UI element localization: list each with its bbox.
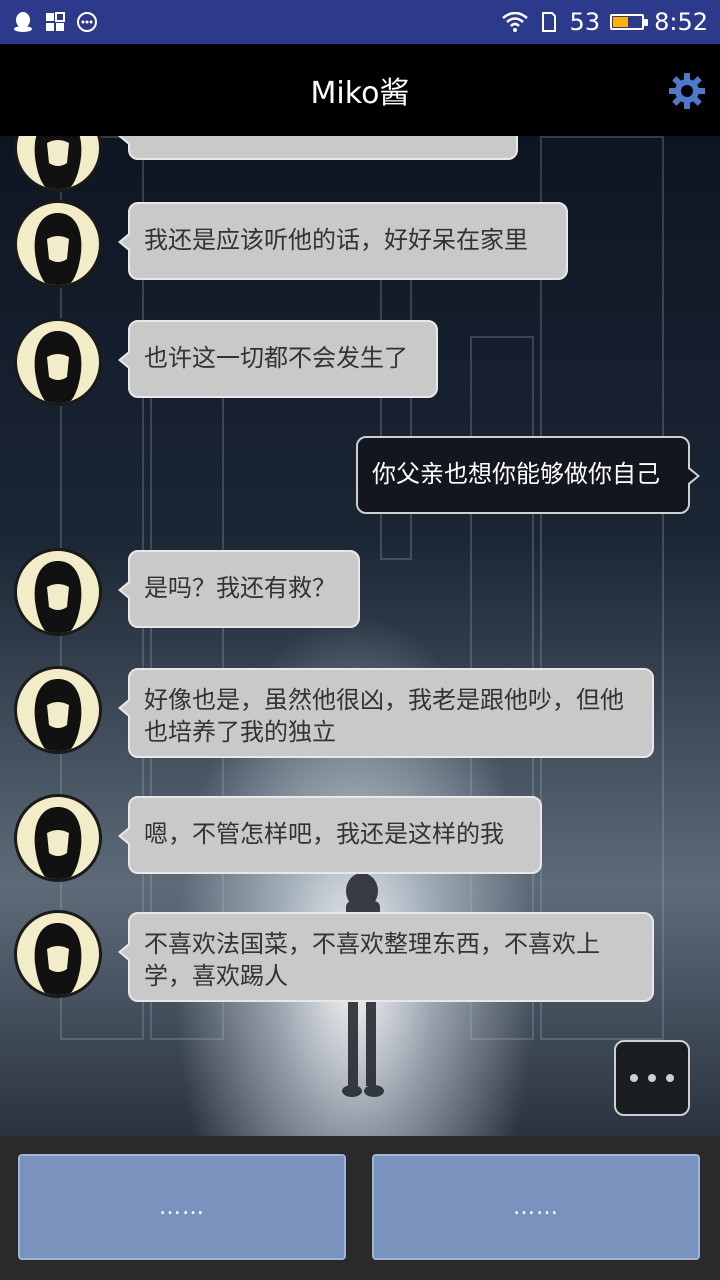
avatar: [14, 794, 102, 882]
avatar: [14, 910, 102, 998]
message-bubble: 嗯，不管怎样吧，我还是这样的我: [118, 796, 542, 874]
battery-icon: [610, 14, 649, 30]
more-button[interactable]: [614, 1040, 690, 1116]
wifi-icon: [501, 11, 528, 33]
message-bubble: 不喜欢法国菜，不喜欢整理东西，不喜欢上学，喜欢踢人: [118, 912, 654, 1002]
qq-icon: [12, 11, 34, 33]
message-bubble: 也许这一切都不会发生了: [118, 320, 438, 398]
page-title: Miko酱: [310, 76, 410, 111]
message-bubble: 好像也是，虽然他很凶，我老是跟他吵，但他也培养了我的独立: [118, 668, 654, 758]
status-bar: 53 8:52: [0, 0, 720, 44]
gear-icon[interactable]: [668, 72, 706, 110]
chat-area[interactable]: 我还是应该听他的话，好好呆在家里 也许这一切都不会发生了 你父亲也想你能够做你自…: [0, 136, 720, 1136]
avatar: [14, 200, 102, 288]
title-bar: Miko酱: [0, 44, 720, 136]
clock: 8:52: [654, 8, 708, 36]
message-bubble: 我还是应该听他的话，好好呆在家里: [118, 202, 568, 280]
ellipsis-icon: [630, 1074, 638, 1082]
my-message-bubble: 你父亲也想你能够做你自己: [356, 436, 700, 514]
avatar: [14, 666, 102, 754]
apps-icon: [44, 11, 66, 33]
sim-icon: [538, 11, 560, 33]
avatar: [14, 548, 102, 636]
messages-icon: [76, 11, 98, 33]
message-bubble: 是吗？我还有救？: [118, 550, 360, 628]
battery-percent: 53: [569, 8, 601, 36]
ellipsis-icon: [666, 1074, 674, 1082]
avatar: [14, 318, 102, 406]
background-building: [380, 256, 412, 560]
message-bubble: [118, 136, 518, 160]
reply-choices: …… ……: [0, 1136, 720, 1280]
choice-button-1[interactable]: ……: [18, 1154, 346, 1260]
choice-button-2[interactable]: ……: [372, 1154, 700, 1260]
ellipsis-icon: [648, 1074, 656, 1082]
